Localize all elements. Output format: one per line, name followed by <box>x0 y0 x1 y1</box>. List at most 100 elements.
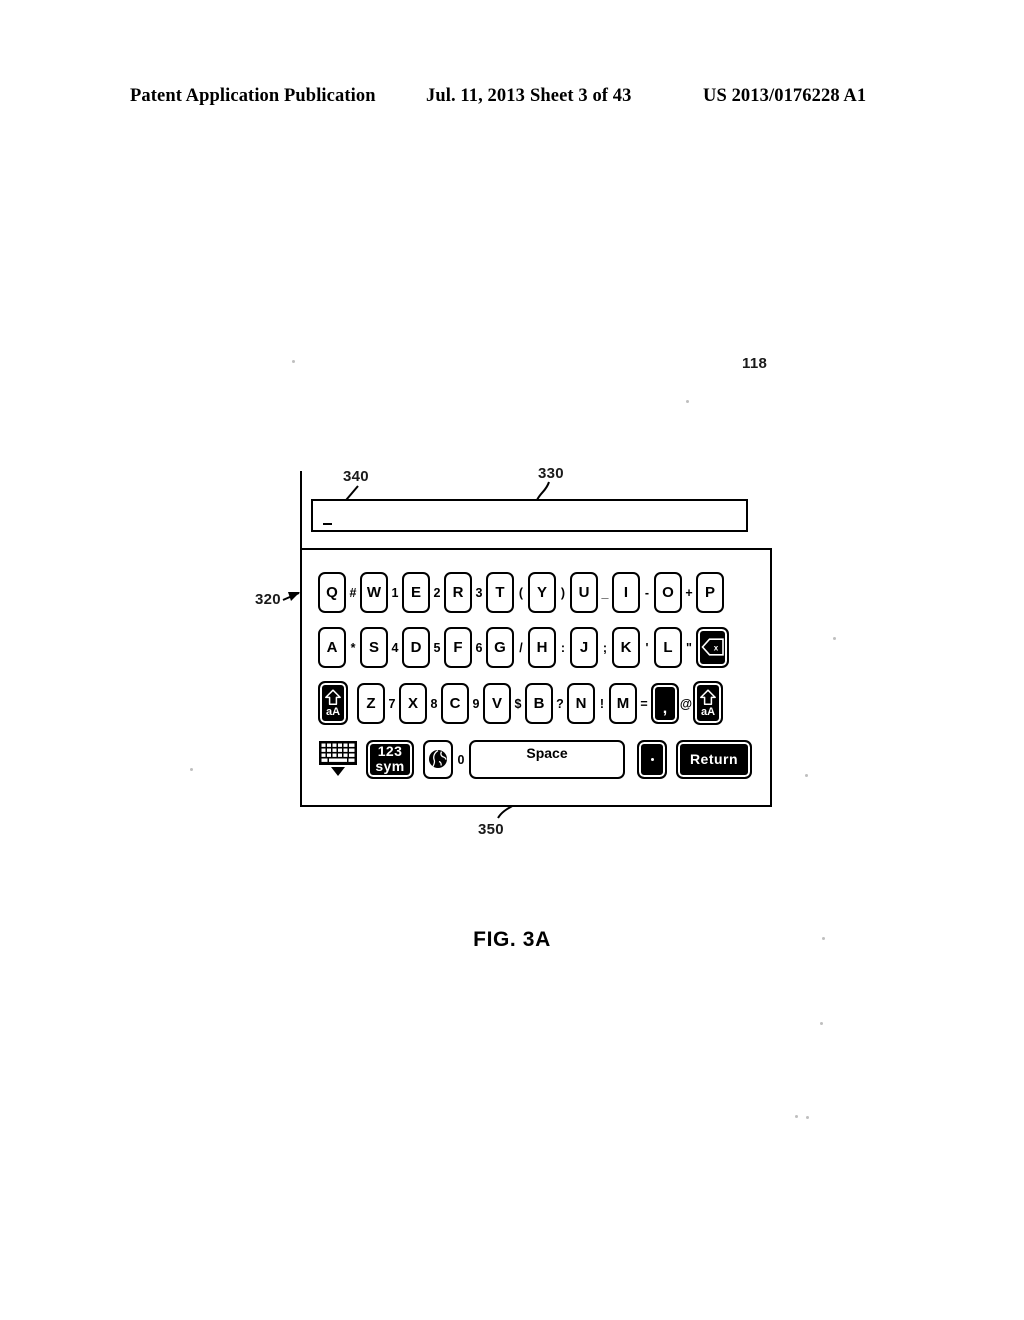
symbol-dollar[interactable]: $ <box>511 698 525 711</box>
header-publication: Patent Application Publication <box>130 86 376 106</box>
scan-speck <box>795 1115 798 1118</box>
symbol-quote[interactable]: " <box>682 642 696 655</box>
text-cursor <box>323 523 332 525</box>
symbol-plus[interactable]: + <box>682 587 696 600</box>
key-w[interactable]: W <box>360 571 388 613</box>
key-label: X <box>407 694 418 712</box>
key-c[interactable]: C <box>441 682 469 724</box>
key-k[interactable]: K <box>612 626 640 668</box>
key-o[interactable]: O <box>654 571 682 613</box>
key-backspace[interactable]: x <box>696 626 729 668</box>
key-d[interactable]: D <box>402 626 430 668</box>
symbol-paren-open[interactable]: ( <box>514 587 528 600</box>
symbol-underscore[interactable]: _ <box>598 587 612 600</box>
keyboard-row-4: 123 sym 0 Space Return <box>318 736 752 782</box>
symbol-hyphen[interactable]: - <box>640 587 654 600</box>
key-period[interactable] <box>637 739 667 779</box>
scan-speck <box>686 400 689 403</box>
symbol-colon[interactable]: : <box>556 642 570 655</box>
symbol-hash[interactable]: # <box>346 587 360 600</box>
symbol-equals[interactable]: = <box>637 698 651 711</box>
symbol-apostrophe[interactable]: ' <box>640 642 654 655</box>
virtual-keyboard-panel: Q # W 1 E 2 R 3 T ( Y ) U _ I - O + P A … <box>300 548 772 807</box>
key-label: B <box>533 694 545 712</box>
key-shift-right[interactable]: aA <box>693 681 723 725</box>
ref-numeral-340: 340 <box>343 468 369 485</box>
key-space[interactable]: Space <box>469 739 625 779</box>
symbol-at[interactable]: @ <box>679 698 693 711</box>
symbol-8[interactable]: 8 <box>427 698 441 711</box>
keyboard-row-2: A * S 4 D 5 F 6 G / H : J ; K ' L " x <box>318 624 729 670</box>
key-s[interactable]: S <box>360 626 388 668</box>
symbol-7[interactable]: 7 <box>385 698 399 711</box>
ref-numeral-350: 350 <box>478 821 504 838</box>
key-z[interactable]: Z <box>357 682 385 724</box>
key-t[interactable]: T <box>486 571 514 613</box>
key-f[interactable]: F <box>444 626 472 668</box>
key-g[interactable]: G <box>486 626 514 668</box>
symbol-2[interactable]: 2 <box>430 587 444 600</box>
key-label: Q <box>326 583 338 601</box>
key-m[interactable]: M <box>609 682 637 724</box>
symbol-paren-close[interactable]: ) <box>556 587 570 600</box>
key-label: Y <box>536 583 547 601</box>
key-comma[interactable]: , <box>651 682 679 724</box>
key-p[interactable]: P <box>696 571 724 613</box>
key-a[interactable]: A <box>318 626 346 668</box>
keyboard-row-1: Q # W 1 E 2 R 3 T ( Y ) U _ I - O + P <box>318 569 724 615</box>
figure-caption: FIG. 3A <box>473 928 551 951</box>
symbol-5[interactable]: 5 <box>430 642 444 655</box>
key-u[interactable]: U <box>570 571 598 613</box>
key-label: R <box>452 583 464 601</box>
ref-numeral-330: 330 <box>538 465 564 482</box>
key-label: G <box>494 638 506 656</box>
key-b[interactable]: B <box>525 682 553 724</box>
key-h[interactable]: H <box>528 626 556 668</box>
key-q[interactable]: Q <box>318 571 346 613</box>
symbol-semicolon[interactable]: ; <box>598 642 612 655</box>
key-e[interactable]: E <box>402 571 430 613</box>
page-header: Patent Application Publication Jul. 11, … <box>130 86 890 112</box>
key-globe[interactable] <box>423 739 453 779</box>
symbol-question[interactable]: ? <box>553 698 567 711</box>
text-entry-field[interactable] <box>311 499 748 532</box>
key-i[interactable]: I <box>612 571 640 613</box>
key-v[interactable]: V <box>483 682 511 724</box>
symbol-4[interactable]: 4 <box>388 642 402 655</box>
symbol-slash[interactable]: / <box>514 642 528 655</box>
key-label: A <box>326 638 338 656</box>
key-x[interactable]: X <box>399 682 427 724</box>
keyboard-dismiss-icon[interactable] <box>318 740 358 778</box>
key-return[interactable]: Return <box>676 739 752 779</box>
globe-icon <box>428 749 448 769</box>
shift-label: aA <box>325 706 341 718</box>
scan-speck <box>822 937 825 940</box>
symbol-asterisk[interactable]: * <box>346 642 360 655</box>
scan-speck <box>806 1116 809 1119</box>
key-label: C <box>449 694 461 712</box>
key-label: E <box>410 583 421 601</box>
symbol-1[interactable]: 1 <box>388 587 402 600</box>
sym-label-bottom: sym <box>375 758 405 774</box>
symbol-0[interactable]: 0 <box>453 754 469 767</box>
key-label: W <box>366 583 382 601</box>
symbol-6[interactable]: 6 <box>472 642 486 655</box>
key-label: P <box>704 583 715 601</box>
header-patent-number: US 2013/0176228 A1 <box>703 86 867 106</box>
key-l[interactable]: L <box>654 626 682 668</box>
symbol-exclamation[interactable]: ! <box>595 698 609 711</box>
symbol-9[interactable]: 9 <box>469 698 483 711</box>
key-label: Z <box>366 694 376 712</box>
key-123-sym[interactable]: 123 sym <box>366 739 414 779</box>
key-y[interactable]: Y <box>528 571 556 613</box>
key-label: I <box>623 583 629 601</box>
key-j[interactable]: J <box>570 626 598 668</box>
backspace-icon: x <box>700 638 725 656</box>
ref-numeral-320: 320 <box>255 591 281 608</box>
key-n[interactable]: N <box>567 682 595 724</box>
key-label: L <box>663 638 673 656</box>
key-r[interactable]: R <box>444 571 472 613</box>
key-label: M <box>616 694 630 712</box>
symbol-3[interactable]: 3 <box>472 587 486 600</box>
key-shift-left[interactable]: aA <box>318 681 348 725</box>
